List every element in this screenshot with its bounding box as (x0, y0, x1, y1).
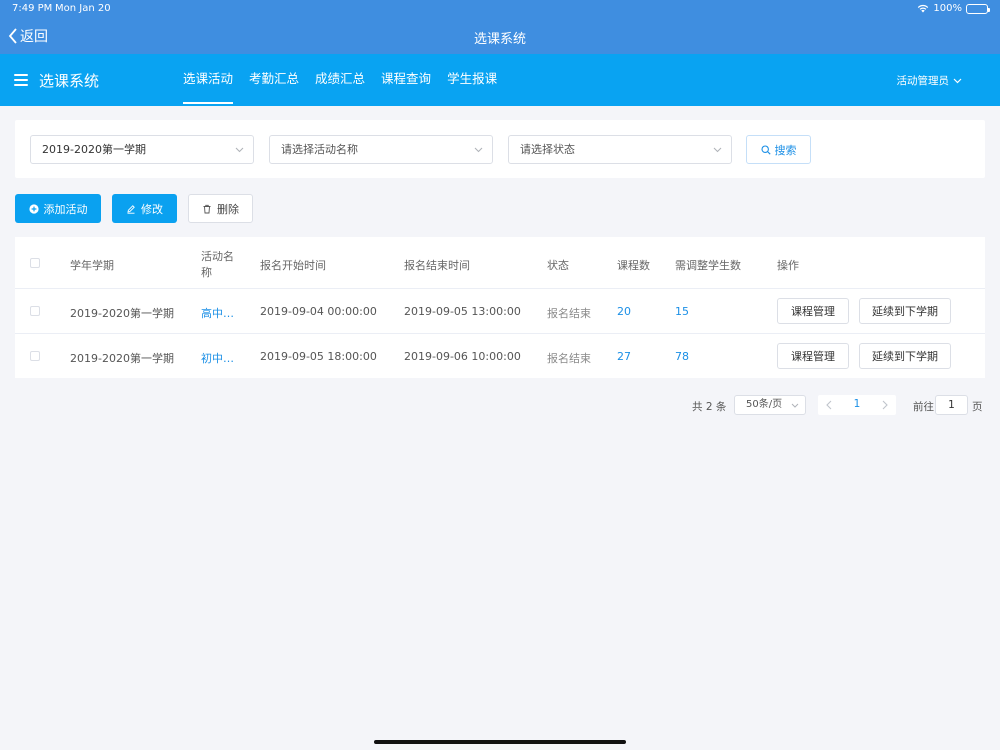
chevron-down-icon (953, 78, 962, 83)
edit-pencil-icon (127, 204, 135, 214)
course-manage-button[interactable]: 课程管理 (777, 343, 849, 369)
activity-name-placeholder: 请选择活动名称 (281, 143, 358, 156)
status-placeholder: 请选择状态 (520, 143, 575, 156)
chevron-down-icon (791, 403, 799, 408)
select-all-checkbox[interactable] (30, 258, 40, 268)
hamburger-menu-icon[interactable] (14, 74, 28, 86)
filter-bar: 2019-2020第一学期 请选择活动名称 请选择状态 搜索 (15, 120, 985, 178)
cell-activity-name-link[interactable]: 初中… (201, 350, 234, 366)
activity-name-select[interactable]: 请选择活动名称 (269, 135, 493, 164)
header-adjust-count: 需调整学生数 (675, 259, 741, 272)
wifi-icon (918, 4, 929, 13)
cell-end-time: 2019-09-06 10:00:00 (404, 350, 521, 363)
user-menu[interactable]: 活动管理员 (897, 73, 963, 88)
status-time: 7:49 PM (12, 3, 53, 14)
pagination-nav: 1 (818, 395, 896, 415)
plus-circle-icon (28, 203, 39, 214)
goto-suffix: 页 (972, 401, 983, 413)
header-name-line1: 活动名 (201, 250, 234, 263)
ios-navigation-bar: 7:49 PM Mon Jan 20 100% 返回 选课系统 (0, 0, 1000, 54)
table-row: 2019-2020第一学期 高中… 2019-09-04 00:00:00 20… (15, 289, 985, 334)
search-button[interactable]: 搜索 (746, 135, 811, 164)
battery-icon (966, 3, 990, 14)
pagination-total: 共 2 条 (692, 401, 727, 413)
header-name-line2: 称 (201, 266, 212, 279)
cell-term: 2019-2020第一学期 (70, 307, 174, 320)
term-select[interactable]: 2019-2020第一学期 (30, 135, 254, 164)
tab-course-query[interactable]: 课程查询 (381, 54, 431, 106)
term-select-value: 2019-2020第一学期 (42, 143, 146, 156)
status-select[interactable]: 请选择状态 (508, 135, 732, 164)
tab-grades[interactable]: 成绩汇总 (315, 54, 365, 106)
chevron-down-icon (235, 147, 244, 153)
chevron-down-icon (474, 147, 483, 153)
page-size-select[interactable]: 50条/页 (734, 395, 806, 415)
status-indicators: 100% (917, 3, 990, 14)
cell-adjust-count-link[interactable]: 15 (675, 305, 689, 318)
user-name: 活动管理员 (896, 75, 950, 87)
add-activity-button[interactable]: 添加活动 (15, 194, 101, 223)
cell-activity-name-link[interactable]: 高中… (201, 305, 234, 321)
cell-term: 2019-2020第一学期 (70, 352, 174, 365)
goto-label: 前往 (913, 401, 934, 413)
table-row: 2019-2020第一学期 初中… 2019-09-05 18:00:00 20… (15, 334, 985, 378)
search-label: 搜索 (774, 143, 797, 157)
tab-student-enroll[interactable]: 学生报课 (447, 54, 497, 106)
page-size-value: 50条/页 (746, 399, 783, 410)
chevron-down-icon (713, 147, 722, 153)
trash-icon (203, 204, 211, 213)
table-header-row: 学年学期 活动名 称 报名开始时间 报名结束时间 状态 课程数 需调整学生数 操… (15, 237, 985, 289)
status-date: Mon Jan 20 (55, 3, 111, 14)
tab-activities[interactable]: 选课活动 (183, 54, 234, 106)
app-header: 选课系统 选课活动 考勤汇总 成绩汇总 课程查询 学生报课 活动管理员 (0, 54, 1000, 106)
delete-button[interactable]: 删除 (188, 194, 253, 223)
header-status: 状态 (547, 259, 569, 272)
cell-course-count-link[interactable]: 27 (617, 350, 631, 363)
row-checkbox[interactable] (30, 306, 40, 316)
battery-percent: 100% (933, 3, 962, 14)
goto-page-input[interactable] (935, 395, 968, 415)
extend-next-term-button[interactable]: 延续到下学期 (859, 298, 951, 324)
home-indicator[interactable] (374, 740, 626, 744)
nav-title: 选课系统 (473, 32, 526, 47)
cell-end-time: 2019-09-05 13:00:00 (404, 305, 521, 318)
header-term: 学年学期 (70, 259, 114, 272)
extend-next-term-button[interactable]: 延续到下学期 (859, 343, 951, 369)
add-activity-label: 添加活动 (43, 202, 88, 216)
cell-course-count-link[interactable]: 20 (617, 305, 631, 318)
activities-table: 学年学期 活动名 称 报名开始时间 报名结束时间 状态 课程数 需调整学生数 操… (15, 237, 985, 378)
header-start-time: 报名开始时间 (260, 259, 326, 272)
course-manage-button[interactable]: 课程管理 (777, 298, 849, 324)
tab-attendance[interactable]: 考勤汇总 (249, 54, 299, 106)
edit-label: 修改 (141, 202, 163, 216)
delete-label: 删除 (217, 202, 239, 216)
row-checkbox[interactable] (30, 351, 40, 361)
edit-button[interactable]: 修改 (112, 194, 177, 223)
header-course-count: 课程数 (617, 259, 650, 272)
search-icon (760, 144, 771, 155)
cell-adjust-count-link[interactable]: 78 (675, 350, 689, 363)
cell-status: 报名结束 (547, 307, 591, 320)
main-tabs: 选课活动 考勤汇总 成绩汇总 课程查询 学生报课 (183, 54, 513, 106)
status-bar: 7:49 PM Mon Jan 20 100% (0, 0, 1000, 18)
header-operations: 操作 (777, 259, 799, 272)
cell-status: 报名结束 (547, 352, 591, 365)
chevron-right-icon[interactable] (879, 398, 891, 412)
brand-title: 选课系统 (39, 72, 100, 90)
cell-start-time: 2019-09-05 18:00:00 (260, 350, 377, 363)
header-end-time: 报名结束时间 (404, 259, 470, 272)
cell-start-time: 2019-09-04 00:00:00 (260, 305, 377, 318)
